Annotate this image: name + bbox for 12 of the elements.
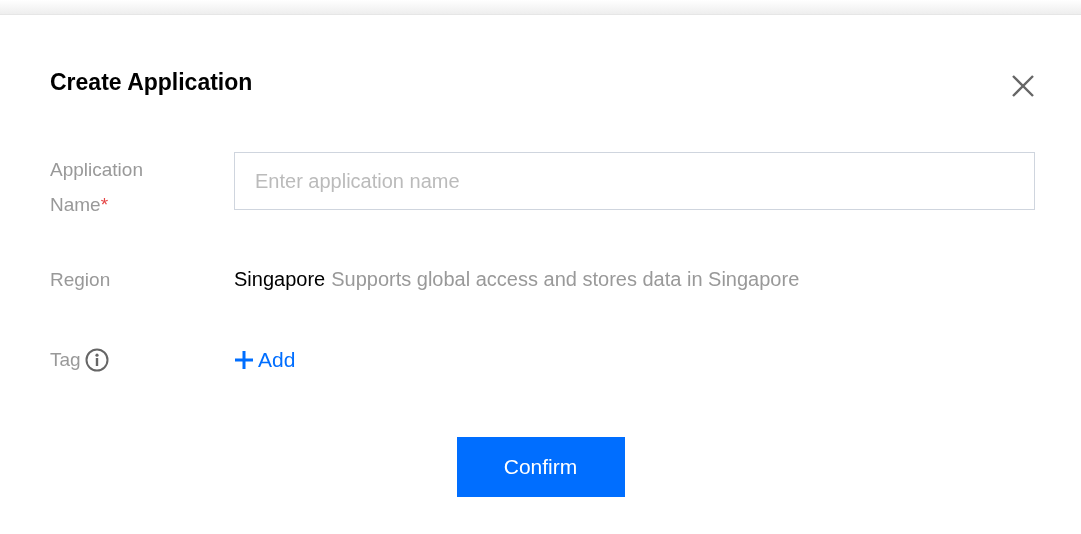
add-tag-link[interactable]: Add xyxy=(234,342,296,377)
plus-icon xyxy=(234,349,254,370)
field-label: Region xyxy=(50,268,111,292)
name-input-field[interactable]: Enter application name xyxy=(234,152,1035,210)
field-label: Application Name* xyxy=(50,158,144,217)
info-icon[interactable] xyxy=(84,347,109,372)
region-description: Supports global access and stores data in Singapore xyxy=(331,267,800,292)
confirm-button[interactable]: Confirm xyxy=(456,437,625,497)
dialog-title: Create Application xyxy=(50,68,253,96)
region-value: Singapore xyxy=(234,267,326,292)
close-icon[interactable] xyxy=(1011,74,1035,98)
field-label: Tag xyxy=(50,348,81,372)
